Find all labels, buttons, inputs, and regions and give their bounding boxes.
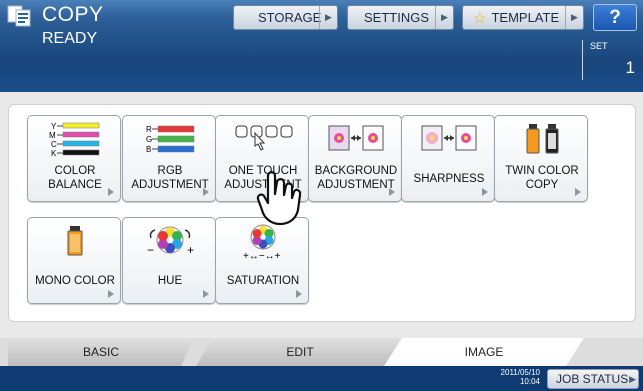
color-balance-icon: Y M C K bbox=[49, 122, 100, 158]
date-text: 2011/05/10 bbox=[500, 368, 540, 377]
chevron-right-icon: ▶ bbox=[319, 6, 337, 29]
copy-screen: COPY READY STORAGE ▶ SETTINGS ▶ ☆ TEMPLA… bbox=[0, 0, 643, 391]
more-arrow-icon bbox=[108, 290, 114, 298]
chevron-right-icon: ▶ bbox=[435, 6, 453, 29]
settings-button[interactable]: SETTINGS ▶ bbox=[347, 5, 454, 30]
template-button-label: TEMPLATE bbox=[491, 10, 560, 25]
storage-button[interactable]: STORAGE ▶ bbox=[233, 5, 338, 30]
datetime-display: 2011/05/10 10:04 bbox=[495, 368, 540, 386]
time-text: 10:04 bbox=[519, 377, 540, 386]
set-count: 1 bbox=[625, 58, 635, 77]
tab-basic[interactable]: BASIC bbox=[8, 338, 194, 366]
one-touch-adjustment-icon bbox=[235, 125, 293, 151]
svg-text:K: K bbox=[51, 149, 57, 158]
more-arrow-icon bbox=[575, 188, 581, 196]
set-label: SET bbox=[590, 41, 608, 51]
mono-color-button[interactable]: MONO COLOR bbox=[27, 217, 121, 304]
image-function-panel: Y M C K COLOR BALANCE R G B RGB ADJUSTME… bbox=[8, 104, 636, 322]
app-title: COPY bbox=[42, 3, 104, 26]
job-status-button[interactable]: JOB STATUS ▶ bbox=[547, 369, 639, 389]
svg-text:C: C bbox=[51, 140, 57, 149]
chevron-right-icon: ▶ bbox=[629, 374, 636, 384]
storage-button-label: STORAGE bbox=[258, 10, 322, 25]
saturation-label: SATURATION bbox=[226, 275, 300, 287]
more-arrow-icon bbox=[203, 188, 209, 196]
settings-button-label: SETTINGS bbox=[364, 10, 430, 25]
hue-icon: − + bbox=[147, 226, 194, 257]
svg-text:+: + bbox=[187, 243, 194, 257]
job-status-label: JOB STATUS bbox=[556, 372, 629, 386]
sharpness-icon bbox=[421, 125, 477, 151]
saturation-button[interactable]: +↔−↔+ SATURATION bbox=[215, 217, 309, 304]
sharpness-label: SHARPNESS bbox=[413, 173, 485, 185]
mono-color-label: MONO COLOR bbox=[35, 275, 115, 287]
more-arrow-icon bbox=[296, 290, 302, 298]
copy-icon bbox=[7, 5, 31, 27]
rgb-adjustment-button[interactable]: R G B RGB ADJUSTMENT bbox=[122, 115, 216, 202]
sharpness-button[interactable]: SHARPNESS bbox=[401, 115, 495, 202]
svg-text:G: G bbox=[146, 135, 152, 144]
svg-text:+↔−↔+: +↔−↔+ bbox=[243, 251, 281, 262]
more-arrow-icon bbox=[389, 188, 395, 196]
star-icon: ☆ bbox=[473, 9, 487, 27]
background-adjustment-icon bbox=[328, 125, 384, 151]
rgb-adjustment-icon: R G B bbox=[146, 125, 195, 154]
more-arrow-icon bbox=[203, 290, 209, 298]
mono-color-icon bbox=[67, 226, 83, 256]
more-arrow-icon bbox=[108, 188, 114, 196]
pointing-hand-icon bbox=[256, 171, 302, 226]
saturation-icon: +↔−↔+ bbox=[243, 224, 281, 262]
background-adjustment-button[interactable]: BACKGROUND ADJUSTMENT bbox=[308, 115, 402, 202]
tab-image[interactable]: IMAGE bbox=[384, 338, 584, 366]
twin-color-copy-icon bbox=[526, 124, 559, 154]
svg-text:M: M bbox=[49, 131, 56, 140]
svg-text:B: B bbox=[146, 145, 151, 154]
svg-text:R: R bbox=[146, 125, 152, 134]
header-bar: COPY READY STORAGE ▶ SETTINGS ▶ ☆ TEMPLA… bbox=[0, 0, 643, 92]
svg-text:Y: Y bbox=[51, 122, 57, 131]
status-text: READY bbox=[42, 30, 98, 47]
more-arrow-icon bbox=[482, 188, 488, 196]
twin-color-copy-button[interactable]: TWIN COLOR COPY bbox=[494, 115, 588, 202]
set-divider bbox=[582, 40, 583, 80]
hue-button[interactable]: − + HUE bbox=[122, 217, 216, 304]
help-button[interactable]: ? bbox=[593, 4, 637, 31]
color-balance-button[interactable]: Y M C K COLOR BALANCE bbox=[27, 115, 121, 202]
tab-edit[interactable]: EDIT bbox=[196, 338, 404, 366]
hue-label: HUE bbox=[157, 275, 183, 287]
chevron-right-icon: ▶ bbox=[565, 6, 583, 29]
svg-text:−: − bbox=[147, 243, 154, 257]
template-button[interactable]: ☆ TEMPLATE ▶ bbox=[462, 5, 584, 30]
